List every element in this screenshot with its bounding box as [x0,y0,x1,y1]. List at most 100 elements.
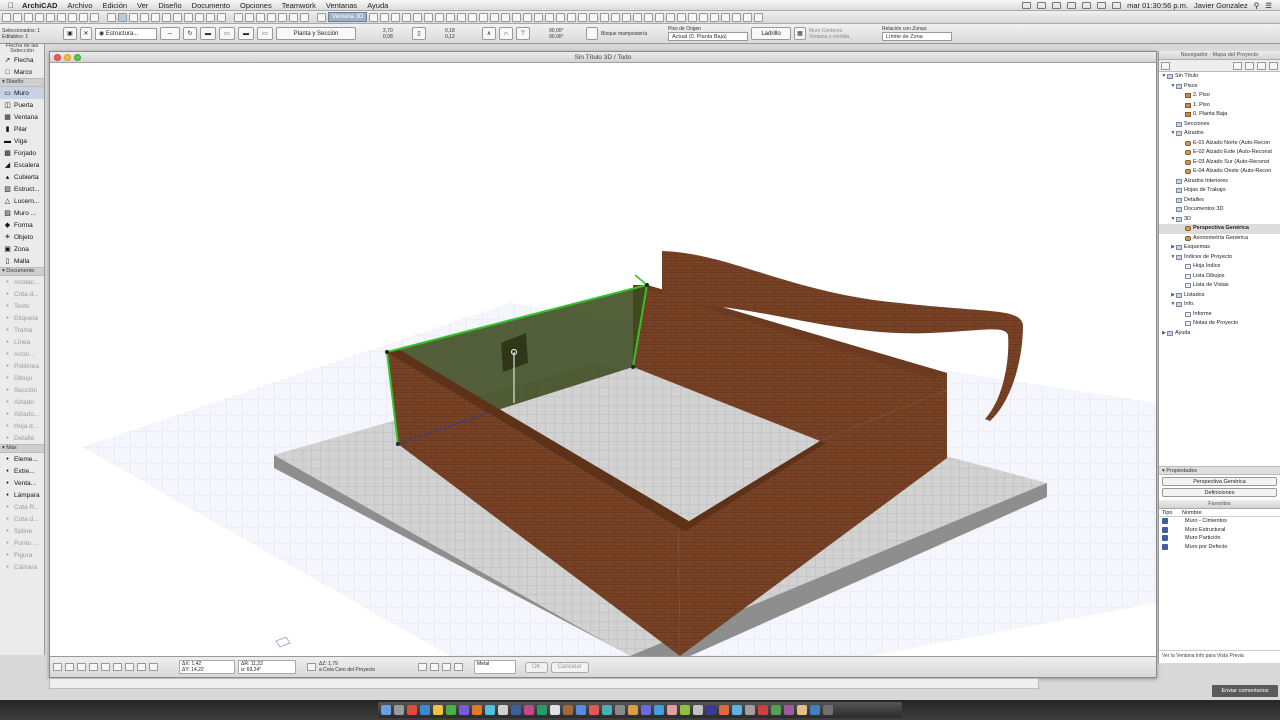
tool-extrude[interactable]: • Extre... [0,465,44,477]
tool-window[interactable]: ▦ Ventana [0,111,44,123]
favorite-item[interactable]: Muro Partición [1159,534,1280,543]
menu-teamwork[interactable]: Teamwork [282,1,316,10]
tree-item[interactable]: ▼ Info. [1159,300,1280,310]
tree-item[interactable]: ▼ Pisos [1159,82,1280,92]
scale-button[interactable] [149,663,158,671]
zoom-in-button[interactable] [77,663,86,671]
pan-button[interactable] [113,663,122,671]
close-button[interactable] [54,54,61,61]
tool-lamp[interactable]: • Lámpara [0,489,44,501]
section-mas[interactable]: ▾ Más [0,444,44,453]
dock-app-icon[interactable] [381,705,391,715]
reference-line-button[interactable]: ─ [160,27,180,40]
wifi-icon[interactable] [1082,1,1092,9]
toolbar-icon[interactable] [567,12,577,22]
publisher-icon[interactable] [1257,61,1266,70]
tool-column[interactable]: ▮ Pilar [0,123,44,135]
brick-button[interactable]: Ladrillo [751,27,791,40]
tool-zone[interactable]: ▣ Zona [0,243,44,255]
thickness-button[interactable]: ▯ [412,27,426,40]
layer-button[interactable] [137,663,146,671]
camera-icon[interactable] [446,12,456,22]
tree-item[interactable]: Hojas de Trabajo [1159,186,1280,196]
tool-morph[interactable]: ◆ Forma [0,219,44,231]
toolbar-icon[interactable] [633,12,643,22]
dock-app-icon[interactable] [706,705,716,715]
organizer-icon[interactable] [1269,61,1278,70]
floor-section-button[interactable]: Planta y Sección [276,27,356,40]
dock-app-icon[interactable] [524,705,534,715]
dock-app-icon[interactable] [693,705,703,715]
section-diseno[interactable]: ▾ Diseño [0,78,44,87]
volume-icon[interactable] [1097,1,1107,9]
dock-app-icon[interactable] [537,705,547,715]
dock-app-icon[interactable] [745,705,755,715]
zone-popup[interactable]: Límite de Zona [882,32,952,41]
dock-app-icon[interactable] [810,705,820,715]
mode-popup[interactable]: Metal [474,660,516,674]
tree-item[interactable]: Informe [1159,310,1280,320]
tree-item[interactable]: ▼ Alzados [1159,129,1280,139]
tree-item[interactable]: ▼ Índices de Proyecto [1159,253,1280,263]
menu-ventanas[interactable]: Ventanas [326,1,357,10]
tree-item[interactable]: ▶ Ayuda [1159,329,1280,339]
snap-button[interactable] [418,663,427,671]
wall-type-button[interactable]: ▭ [257,27,273,40]
coordinate-type-icon[interactable] [307,663,316,671]
render-icon[interactable] [369,12,379,22]
elevate-icon[interactable] [256,12,265,22]
dock-app-icon[interactable] [394,705,404,715]
favorite-item[interactable]: Muro - Cimientos [1159,517,1280,526]
slant-button[interactable]: ∩ [499,27,513,40]
tool-window-more[interactable]: • Venta... [0,477,44,489]
dock-app-icon[interactable] [602,705,612,715]
zoom-button[interactable] [74,54,81,61]
3d-viewport[interactable] [50,63,1156,656]
tool-door[interactable]: ◫ Puerta [0,99,44,111]
wall-type-button[interactable]: ▬ [200,27,216,40]
height-bottom[interactable]: 0,08 [383,34,409,40]
time-machine-icon[interactable] [1067,1,1077,9]
section-icon[interactable] [435,12,445,22]
mirror-icon[interactable] [245,12,254,22]
tree-item[interactable]: ▶ Listados [1159,291,1280,301]
tool-wall[interactable]: ▭ Muro [0,87,44,99]
dock-app-icon[interactable] [719,705,729,715]
orbit-icon[interactable] [402,12,412,22]
new-icon[interactable] [2,12,11,22]
toolbar-icon[interactable] [688,12,698,22]
marquee-icon[interactable] [118,12,127,22]
tree-item[interactable]: Axonometría Genérica [1159,234,1280,244]
toolbar-icon[interactable] [655,12,665,22]
minimize-button[interactable] [64,54,71,61]
toolbar-icon[interactable] [699,12,709,22]
tool-element[interactable]: • Eleme... [0,453,44,465]
toolbar-icon[interactable] [523,12,533,22]
coord-dxdy[interactable]: ΔX: 1,42 ΔY: 14,22 [179,660,235,674]
menu-documento[interactable]: Documento [192,1,230,10]
save-icon[interactable] [24,12,33,22]
toolbar-icon[interactable] [743,12,753,22]
tool-dimension[interactable]: • Acotac... [0,276,44,288]
clock[interactable]: mar 01:30:56 p.m. [1127,1,1188,10]
tree-item[interactable]: E-02 Alzado Este (Auto-Reconst [1159,148,1280,158]
tree-item[interactable]: 2. Piso [1159,91,1280,101]
dock-app-icon[interactable] [680,705,690,715]
undo-icon[interactable] [46,12,55,22]
orbit-button[interactable] [125,663,134,671]
dock-app-icon[interactable] [407,705,417,715]
favorite-item[interactable]: Muro Estructural [1159,526,1280,535]
toolbar-icon[interactable] [556,12,566,22]
tree-item[interactable]: E-01 Alzado Norte (Auto-Recon [1159,139,1280,149]
origin-floor-popup[interactable]: Actual (0. Planta Baja) [668,32,748,41]
thickness-bottom[interactable]: 0,12 [445,34,479,40]
tree-item[interactable]: 1. Piso [1159,101,1280,111]
tool-line[interactable]: • Línea [0,336,44,348]
tool-fill[interactable]: • Trama [0,324,44,336]
tree-item[interactable]: E-03 Alzado Sur (Auto-Reconst [1159,158,1280,168]
selection-node[interactable] [645,283,649,287]
tool-stair[interactable]: ◢ Escalera [0,159,44,171]
coord-polar[interactable]: ΔR: 11,22 α: 69,24° [238,660,296,674]
search-icon[interactable]: ⚲ [1254,1,1260,10]
tool-polyline[interactable]: • Polilínea [0,360,44,372]
